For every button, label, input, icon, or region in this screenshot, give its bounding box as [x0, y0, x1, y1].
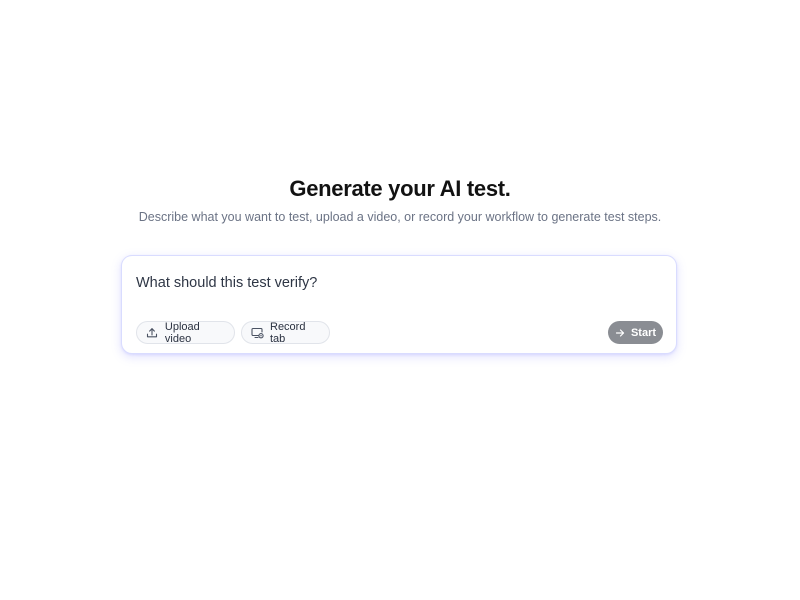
start-button[interactable]: Start — [608, 321, 663, 344]
upload-icon — [146, 326, 159, 340]
test-prompt-input[interactable] — [136, 273, 656, 293]
test-prompt-card: Upload video Record tab Start — [121, 255, 677, 354]
record-tab-button[interactable]: Record tab — [241, 320, 330, 345]
upload-video-label: Upload video — [164, 320, 200, 345]
start-button-label: Start — [630, 326, 657, 339]
record-tab-icon — [251, 326, 264, 340]
arrow-right-icon — [615, 327, 626, 338]
page: Generate your AI test. Describe what you… — [0, 0, 800, 600]
page-subtitle: Describe what you want to test, upload a… — [138, 210, 662, 224]
upload-video-button[interactable]: Upload video — [136, 320, 235, 345]
page-title: Generate your AI test. — [289, 176, 511, 201]
record-tab-label: Record tab — [270, 320, 306, 345]
